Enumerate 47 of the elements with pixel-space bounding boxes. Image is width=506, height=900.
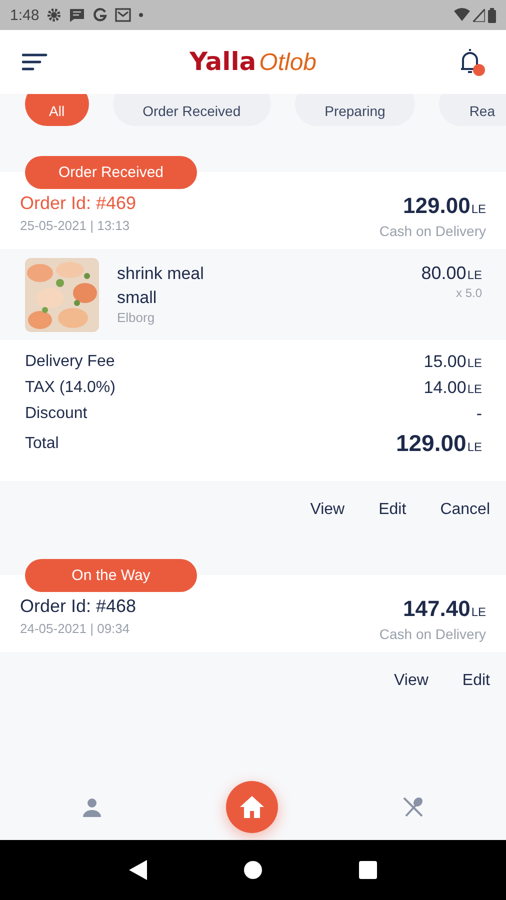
total-value: 129.00 LE xyxy=(396,430,482,457)
restaurant-name: Elborg xyxy=(117,310,156,325)
fork-spoon-icon[interactable] xyxy=(402,796,424,818)
total-label: Total xyxy=(25,434,59,452)
item-quantity: x 5.0 xyxy=(454,286,482,300)
item-price: 80.00 LE xyxy=(421,263,482,284)
battery-icon xyxy=(488,8,496,22)
signal-icon xyxy=(473,8,485,22)
order-id: Order Id: #468 xyxy=(20,596,136,617)
summary-label: TAX (14.0%) xyxy=(25,379,116,397)
action-link[interactable]: Edit xyxy=(378,499,406,521)
action-link[interactable]: View xyxy=(310,499,345,521)
brand-logo-text: Otlob xyxy=(259,49,317,77)
brand-logo-text: Yalla xyxy=(189,47,256,76)
status-badge: Order Received xyxy=(25,156,197,189)
summary-value: - xyxy=(476,404,482,424)
status-badge: On the Way xyxy=(25,559,197,592)
message-icon xyxy=(69,7,86,23)
gear-icon xyxy=(47,8,62,22)
action-link[interactable]: Cancel xyxy=(440,499,490,521)
wifi-icon xyxy=(454,8,470,22)
g-icon xyxy=(93,8,108,22)
order-date: 24-05-2021 | 09:34 xyxy=(20,621,131,636)
profile-icon[interactable] xyxy=(82,797,102,817)
order-total: 129.00 LE xyxy=(402,193,486,219)
home-circle-icon[interactable] xyxy=(244,861,262,879)
payment-method: Cash on Delivery xyxy=(379,223,486,239)
action-link[interactable]: Edit xyxy=(462,670,490,692)
notification-bell-icon[interactable] xyxy=(458,47,486,77)
summary-label: Discount xyxy=(25,405,88,423)
back-icon[interactable] xyxy=(128,860,147,880)
order-total: 147.40 LE xyxy=(402,596,486,622)
menu-icon[interactable] xyxy=(22,53,48,71)
item-name: shrink meal small xyxy=(117,263,205,309)
home-icon xyxy=(239,795,265,819)
action-link[interactable]: View xyxy=(394,670,428,692)
recents-icon[interactable] xyxy=(359,861,378,879)
dot-icon xyxy=(139,13,144,17)
status-time: 1:48 xyxy=(10,6,40,24)
order-id: Order Id: #469 xyxy=(20,193,136,214)
payment-method: Cash on Delivery xyxy=(379,626,486,642)
home-button[interactable] xyxy=(226,781,278,833)
summary-label: Delivery Fee xyxy=(25,353,115,371)
order-date: 25-05-2021 | 13:13 xyxy=(20,218,131,233)
summary-value: 14.00LE xyxy=(424,378,482,398)
summary-value: 15.00LE xyxy=(424,352,482,372)
mail-icon xyxy=(115,8,132,22)
